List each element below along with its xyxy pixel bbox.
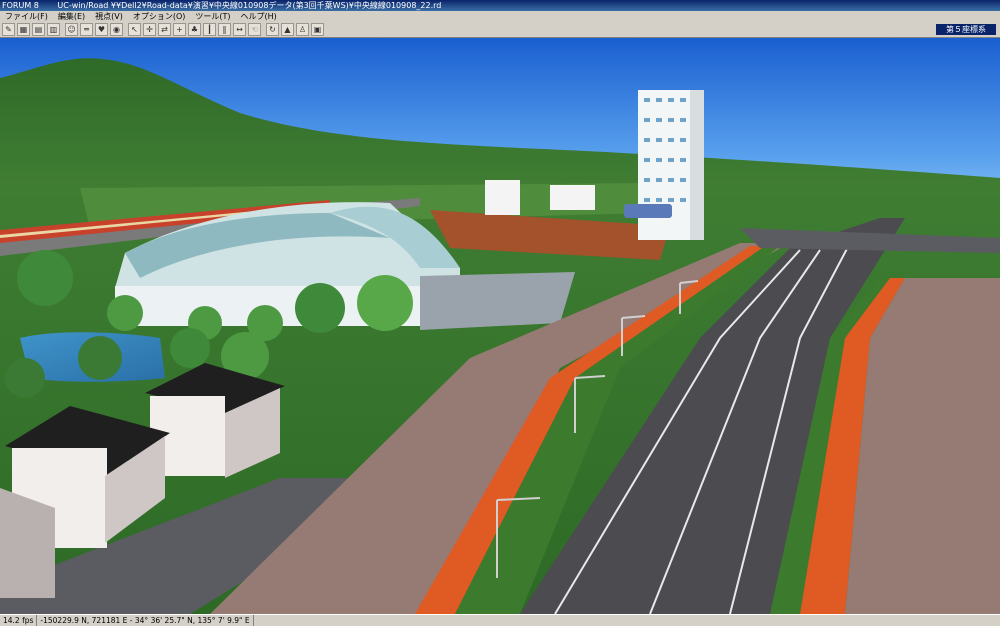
tree-icon[interactable]: ♣ (188, 23, 201, 36)
chart-icon[interactable]: ▤ (32, 23, 45, 36)
3d-scene (0, 38, 1000, 614)
menu-view[interactable]: 視点(V) (90, 11, 128, 22)
menu-file[interactable]: ファイル(F) (0, 11, 53, 22)
fps-readout: 14.2 fps (0, 615, 38, 626)
title-bar: FORUM 8 UC-win/Road ¥¥Dell2¥Road-data¥演習… (0, 0, 1000, 11)
rotate-icon[interactable]: ↻ (266, 23, 279, 36)
cross-icon[interactable]: ✛ (143, 23, 156, 36)
warehouse (550, 185, 595, 210)
arrows-icon[interactable]: ⇄ (158, 23, 171, 36)
camera-icon[interactable]: ▣ (311, 23, 324, 36)
status-bar: 14.2 fps -150229.9 N, 721181 E - 34° 36'… (0, 614, 1000, 626)
pencil-icon[interactable]: ✎ (2, 23, 15, 36)
heart-icon[interactable]: ♥ (95, 23, 108, 36)
grid-icon[interactable]: ▦ (17, 23, 30, 36)
menu-edit[interactable]: 編集(E) (53, 11, 90, 22)
window-title: UC-win/Road ¥¥Dell2¥Road-data¥演習¥中央線0109… (57, 1, 442, 10)
cursor-icon[interactable]: ↖ (128, 23, 141, 36)
walker-icon[interactable]: ♙ (296, 23, 309, 36)
pole-icon[interactable]: ┃ (203, 23, 216, 36)
hand-icon[interactable]: ☜ (248, 23, 261, 36)
3d-viewport[interactable] (0, 38, 1000, 614)
left-right-icon[interactable]: ↔ (233, 23, 246, 36)
coordinate-system-label[interactable]: 第５座標系 (936, 24, 996, 35)
menu-tools[interactable]: ツール(T) (190, 11, 235, 22)
road-plus-icon[interactable]: + (173, 23, 186, 36)
world-icon[interactable]: ◉ (110, 23, 123, 36)
parking-lot (420, 272, 575, 330)
pause-icon[interactable]: ‖ (218, 23, 231, 36)
app-name: FORUM 8 (2, 1, 39, 10)
menu-options[interactable]: オプション(O) (128, 11, 191, 22)
bus (624, 204, 672, 218)
terrain-icon[interactable]: ▲ (281, 23, 294, 36)
table-icon[interactable]: ▥ (47, 23, 60, 36)
menu-help[interactable]: ヘルプ(H) (236, 11, 282, 22)
small-house (485, 180, 520, 215)
road-icon[interactable]: ═ (80, 23, 93, 36)
toolbar: ✎ ▦ ▤ ▥ ☺ ═ ♥ ◉ ↖ ✛ ⇄ + ♣ ┃ ‖ ↔ ☜ ↻ ▲ ♙ … (0, 22, 1000, 38)
coordinate-readout: -150229.9 N, 721181 E - 34° 36' 25.7" N,… (37, 615, 254, 626)
face-icon[interactable]: ☺ (65, 23, 78, 36)
menu-bar: ファイル(F) 編集(E) 視点(V) オプション(O) ツール(T) ヘルプ(… (0, 11, 1000, 22)
